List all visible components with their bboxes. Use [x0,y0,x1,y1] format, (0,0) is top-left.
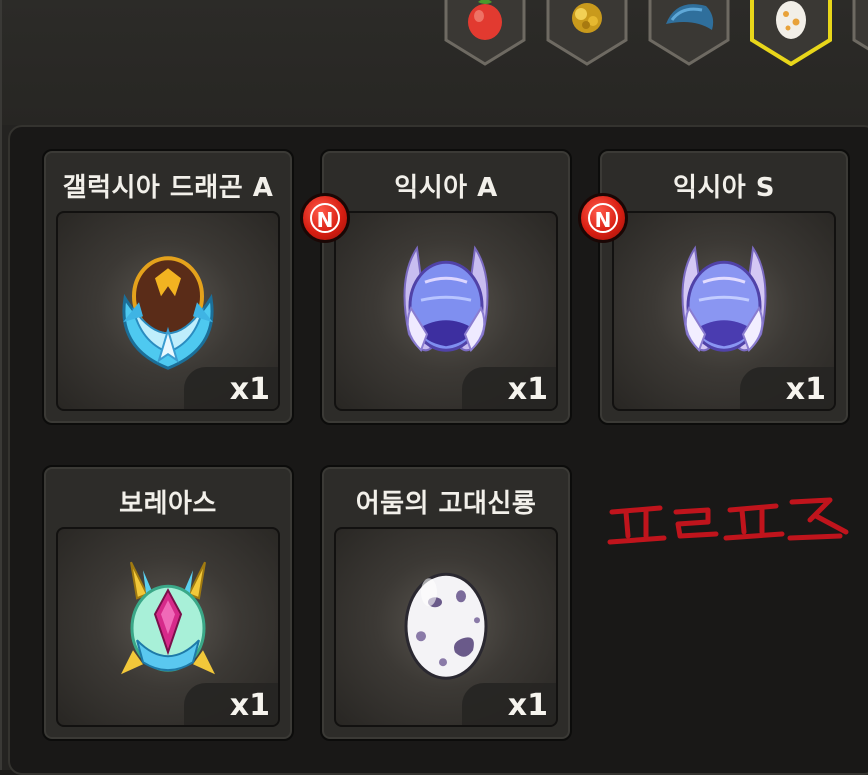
item-slot: x1 [56,527,280,727]
handwritten-annotation [606,492,856,566]
tab-egg[interactable] [748,0,834,66]
tab-scale[interactable] [646,0,732,66]
item-title: 익시아 S [672,173,776,203]
new-badge: N [300,193,350,243]
galaxia-dragon-egg-icon [122,256,214,370]
item-card-ixia-a[interactable]: N 익시아 A x1 [300,149,572,425]
item-quantity: x1 [462,683,556,725]
item-slot: x1 [56,211,280,411]
item-slot: x1 [334,527,558,727]
ixia-egg-icon [403,245,489,353]
item-title: 보레아스 [119,489,217,519]
item-card-dark-ancient-dragon[interactable]: 어둠의 고대신룡 x1 [320,465,572,741]
item-slot: x1 [612,211,836,411]
item-quantity: x1 [462,367,556,409]
inventory-window: 갤럭시아 드래곤 A x1 N 익시아 A x1 N 익시아 S x1 보레아스… [0,0,868,775]
gold-nugget-icon [572,3,602,33]
item-card-galaxia-dragon-a[interactable]: 갤럭시아 드래곤 A x1 [42,149,294,425]
new-badge: N [578,193,628,243]
item-grid-panel: 갤럭시아 드래곤 A x1 N 익시아 A x1 N 익시아 S x1 보레아스… [8,125,868,775]
handwriting-strokes [607,497,849,545]
dark-ancient-dragon-egg-icon [404,572,488,680]
inventory-header [2,0,868,125]
boreas-egg-icon [121,561,215,675]
item-quantity: x1 [184,367,278,409]
item-title: 어둠의 고대신룡 [355,489,537,519]
ixia-egg-icon [681,245,767,353]
item-title: 갤럭시아 드래곤 A [62,173,274,203]
item-title: 익시아 A [394,173,498,203]
tab-fruit[interactable] [442,0,528,66]
item-quantity: x1 [740,367,834,409]
item-slot: x1 [334,211,558,411]
tab-more[interactable] [850,0,868,66]
tab-gold[interactable] [544,0,630,66]
spotted-egg-icon [776,1,806,39]
item-quantity: x1 [184,683,278,725]
item-card-ixia-s[interactable]: N 익시아 S x1 [578,149,850,425]
item-card-boreas[interactable]: 보레아스 x1 [42,465,294,741]
